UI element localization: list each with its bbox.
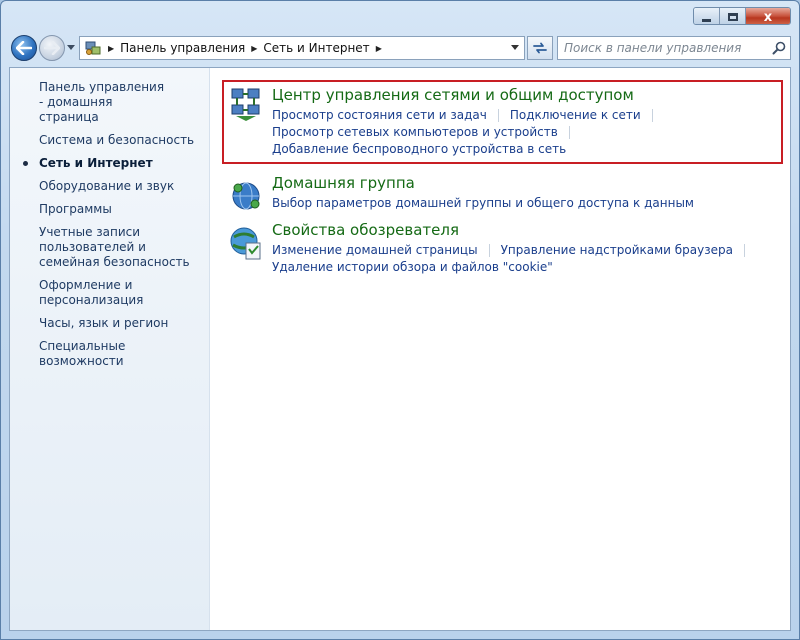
sidebar-item-appearance[interactable]: Оформление и персонализация [39,278,149,308]
task-link-manage-addons[interactable]: Управление надстройками браузера [501,242,733,258]
links-row: Удаление истории обзора и файлов "cookie… [272,259,783,275]
breadcrumb-arrow-icon[interactable]: ▶ [251,44,257,53]
sidebar-item-user-accounts[interactable]: Учетные записи пользователей и семейная … [39,225,199,270]
minimize-icon [702,18,711,22]
control-panel-window: x ▶ Панель управления ▶ Сеть и Интернет … [0,0,800,640]
close-icon: x [763,9,773,25]
close-button[interactable]: x [746,8,790,25]
category-title-homegroup[interactable]: Домашняя группа [272,174,783,192]
maximize-button[interactable] [720,8,746,24]
task-link-homegroup-options[interactable]: Выбор параметров домашней группы и общег… [272,195,694,211]
caption-buttons: x [693,7,791,25]
minimize-button[interactable] [694,8,720,24]
main-panel: Центр управления сетями и общим доступом… [210,68,797,630]
address-dropdown-button[interactable] [506,37,524,59]
links-row: Выбор параметров домашней группы и общег… [272,195,783,211]
search-icon [772,41,786,55]
link-separator [651,108,653,122]
task-link-delete-history[interactable]: Удаление истории обзора и файлов "cookie… [272,259,553,275]
task-link-network-status[interactable]: Просмотр состояния сети и задач [272,107,487,123]
sidebar-item-hardware-sound[interactable]: Оборудование и звук [39,179,199,194]
category-homegroup: Домашняя группа Выбор параметров домашне… [224,174,783,211]
links-row: Просмотр состояния сети и задач Подключе… [272,107,781,123]
sidebar: Панель управления - домашняя страница Си… [10,68,210,630]
homegroup-icon[interactable] [228,178,264,214]
breadcrumb-network-internet[interactable]: Сеть и Интернет [263,41,369,55]
back-arrow-icon [16,41,32,55]
links-row: Добавление беспроводного устройства в се… [272,141,781,157]
task-link-connect-network[interactable]: Подключение к сети [510,107,641,123]
sidebar-item-system-security[interactable]: Система и безопасность [39,133,199,148]
sidebar-item-ease-of-access[interactable]: Специальные возможности [39,339,199,369]
network-center-icon[interactable] [228,86,264,122]
sidebar-item-network-internet[interactable]: Сеть и Интернет [23,156,199,171]
sidebar-item-home[interactable]: Панель управления - домашняя страница [39,80,167,125]
links-row: Просмотр сетевых компьютеров и устройств [272,124,781,140]
sidebar-item-programs[interactable]: Программы [39,202,199,217]
breadcrumb-arrow-icon[interactable]: ▶ [376,44,382,53]
task-link-add-wireless-device[interactable]: Добавление беспроводного устройства в се… [272,141,566,157]
back-button[interactable] [11,35,37,61]
search-input[interactable] [564,41,768,55]
content-area: Панель управления - домашняя страница Си… [9,67,791,631]
category-title-network-center[interactable]: Центр управления сетями и общим доступом [272,86,781,104]
breadcrumb-arrow-icon[interactable]: ▶ [108,44,114,53]
forward-button[interactable] [39,35,65,61]
forward-arrow-icon [44,41,60,55]
link-separator [744,243,745,257]
navigation-bar: ▶ Панель управления ▶ Сеть и Интернет ▶ [9,33,791,63]
control-panel-icon [84,39,102,57]
search-button[interactable] [768,37,790,59]
refresh-button[interactable] [527,36,553,60]
chevron-down-icon [511,45,519,50]
link-separator [497,108,499,122]
breadcrumb-control-panel[interactable]: Панель управления [120,41,245,55]
internet-options-icon[interactable] [228,225,264,261]
category-network-center: Центр управления сетями и общим доступом… [222,80,783,164]
recent-pages-button[interactable] [66,43,76,53]
address-bar[interactable]: ▶ Панель управления ▶ Сеть и Интернет ▶ [79,36,525,60]
category-title-internet-options[interactable]: Свойства обозревателя [272,221,783,239]
task-link-view-network-computers[interactable]: Просмотр сетевых компьютеров и устройств [272,124,558,140]
refresh-icon [533,42,547,54]
task-link-change-home-page[interactable]: Изменение домашней страницы [272,242,478,258]
link-separator [488,243,490,257]
search-box[interactable] [557,36,791,60]
links-row: Изменение домашней страницы Управление н… [272,242,783,258]
link-separator [568,125,570,139]
maximize-icon [727,13,738,21]
sidebar-item-clock-language-region[interactable]: Часы, язык и регион [39,316,199,331]
chevron-down-icon [67,45,75,50]
category-internet-options: Свойства обозревателя Изменение домашней… [224,221,783,275]
